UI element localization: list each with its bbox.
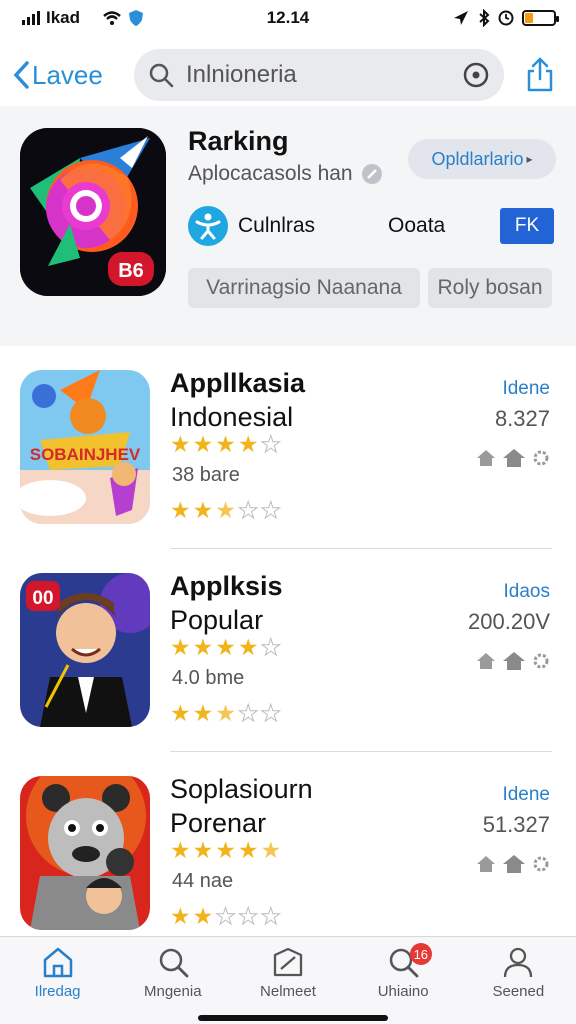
edit-icon bbox=[361, 164, 382, 184]
app-title-line2: Indonesial bbox=[170, 402, 294, 432]
status-bar: Ikad 12.14 bbox=[0, 0, 576, 36]
subtitle-text: Aplocacasols han bbox=[188, 162, 353, 185]
list-item[interactable]: Soplasiourn Porenar ★ ★ ★ ★ ★ 44 nae ★ ★ ★ ★ ★ I… bbox=[0, 752, 576, 955]
person-icon bbox=[504, 947, 533, 978]
app-link[interactable]: Idene bbox=[502, 378, 550, 400]
page-subtitle: Aplocacasols han bbox=[188, 162, 383, 186]
fitness-icon bbox=[188, 206, 228, 246]
app-list: SOBAINJHEV Appllkasia Indonesial ★ ★ ★ ★ ★ 3… bbox=[0, 346, 576, 955]
app-icon: 00 bbox=[20, 573, 150, 727]
tab-bar: Ilredag Mngenia Nelmeet 16 Uhiaino Seene… bbox=[0, 936, 576, 1024]
share-button[interactable] bbox=[522, 55, 558, 95]
bluetooth-icon bbox=[479, 9, 490, 27]
shield-icon bbox=[129, 10, 144, 26]
back-button[interactable]: Lavee bbox=[12, 60, 134, 91]
rating-count: 44 nae bbox=[172, 870, 234, 892]
filter-chip-1[interactable]: Varrinagsio Naanana bbox=[188, 268, 420, 308]
back-label: Lavee bbox=[32, 59, 103, 90]
house-mini-icon bbox=[503, 855, 525, 873]
app-number: 200.20V bbox=[468, 609, 550, 634]
tab-label: Uhiaino bbox=[377, 983, 429, 1000]
app-icon[interactable]: B6 bbox=[20, 128, 166, 296]
mini-icons bbox=[476, 651, 550, 671]
filter-chip-2[interactable]: Roly bosan bbox=[428, 268, 552, 308]
home-mini-icon bbox=[477, 450, 495, 466]
battery-icon bbox=[522, 10, 559, 26]
sub-rating-stars: ★ ★ ★ ★ ★ bbox=[170, 700, 282, 726]
clock-icon bbox=[498, 10, 514, 26]
search-icon bbox=[159, 948, 189, 978]
app-icon-text: SOBAINJHEV bbox=[30, 445, 141, 464]
house-mini-icon bbox=[503, 652, 525, 670]
tab-label: Seened bbox=[492, 983, 545, 1000]
category-label: Culnlras bbox=[238, 214, 316, 237]
app-title: Soplasiourn Porenar bbox=[170, 772, 420, 840]
app-icon bbox=[20, 776, 150, 930]
sub-rating-stars: ★ ★ ★ ★ ★ bbox=[170, 497, 282, 523]
tab-label: Ilredag bbox=[34, 983, 81, 1000]
home-icon bbox=[43, 947, 72, 978]
app-title: Appllkasia Indonesial bbox=[170, 366, 420, 434]
box-icon bbox=[273, 947, 303, 977]
tab-home[interactable]: Ilredag bbox=[0, 937, 115, 1024]
category-row: Culnlras Ooata FK bbox=[188, 204, 558, 248]
app-number: 8.327 bbox=[494, 406, 550, 431]
search-input[interactable]: Inlnioneria bbox=[186, 61, 450, 89]
options-button[interactable]: Opldlarlario ▸ bbox=[408, 139, 556, 179]
share-icon bbox=[527, 57, 553, 92]
app-link[interactable]: Idaos bbox=[504, 581, 550, 603]
mini-icons bbox=[476, 448, 550, 468]
home-indicator bbox=[198, 1015, 388, 1021]
location-arrow-icon bbox=[454, 11, 468, 25]
page-title: Rarking bbox=[188, 126, 289, 156]
search-icon bbox=[149, 63, 174, 88]
app-title-line1: Applksis bbox=[170, 571, 283, 601]
list-item[interactable]: SOBAINJHEV Appllkasia Indonesial ★ ★ ★ ★ ★ 3… bbox=[0, 346, 576, 549]
fk-button[interactable]: FK bbox=[500, 208, 554, 244]
tab-label: Mngenia bbox=[144, 983, 202, 1000]
category-value: Ooata bbox=[388, 214, 446, 237]
chevron-left-icon bbox=[13, 61, 29, 89]
gear-icon bbox=[533, 856, 549, 872]
tab-label: Nelmeet bbox=[260, 983, 316, 1000]
tab-profile[interactable]: Seened bbox=[461, 937, 576, 1024]
options-button-label: Opldlarlario bbox=[431, 148, 524, 169]
rating-stars: ★ ★ ★ ★ ★ bbox=[170, 431, 282, 457]
rating-count: 4.0 bme bbox=[172, 667, 245, 689]
app-header-card: B6 Rarking Aplocacasols han Opldlarlario… bbox=[0, 106, 576, 346]
gear-icon bbox=[533, 450, 549, 466]
app-title-line1: Soplasiourn bbox=[170, 774, 313, 804]
rating-stars: ★ ★ ★ ★ ★ bbox=[170, 837, 282, 863]
app-icon-text: 00 bbox=[32, 588, 53, 609]
app-icon: SOBAINJHEV bbox=[20, 370, 150, 524]
nav-bar: Lavee Inlnioneria bbox=[0, 44, 576, 106]
search-field[interactable]: Inlnioneria bbox=[134, 49, 504, 101]
list-item[interactable]: 00 Applksis Popular ★ ★ ★ ★ ★ 4.0 bme ★ ★ ★ ★ ★ … bbox=[0, 549, 576, 752]
carrier-name: Ikad bbox=[46, 8, 81, 27]
home-mini-icon bbox=[477, 856, 495, 872]
signal-icon bbox=[22, 11, 40, 25]
voice-search-icon[interactable] bbox=[462, 61, 490, 89]
app-title-line2: Popular bbox=[170, 605, 264, 635]
mini-icons bbox=[476, 854, 550, 874]
app-title-line1: Appllkasia bbox=[170, 368, 306, 398]
app-link[interactable]: Idene bbox=[502, 784, 550, 806]
tab-updates[interactable]: 16 Uhiaino bbox=[346, 937, 461, 1024]
app-title: Applksis Popular bbox=[170, 569, 420, 637]
tab-search[interactable]: Mngenia bbox=[115, 937, 230, 1024]
tab-box[interactable]: Nelmeet bbox=[230, 937, 345, 1024]
app-number: 51.327 bbox=[482, 812, 550, 837]
sub-rating-stars: ★ ★ ★ ★ ★ bbox=[170, 903, 282, 929]
wifi-icon bbox=[103, 11, 121, 25]
notification-badge: 16 bbox=[409, 943, 433, 965]
gear-icon bbox=[533, 653, 549, 669]
house-mini-icon bbox=[503, 449, 525, 467]
chevron-right-icon: ▸ bbox=[526, 152, 533, 166]
rating-count: 38 bare bbox=[172, 464, 240, 486]
home-mini-icon bbox=[477, 653, 495, 669]
app-title-line2: Porenar bbox=[170, 808, 267, 838]
camera-logo-icon: B6 bbox=[20, 128, 166, 296]
app-icon-badge: B6 bbox=[118, 260, 144, 282]
rating-stars: ★ ★ ★ ★ ★ bbox=[170, 634, 282, 660]
